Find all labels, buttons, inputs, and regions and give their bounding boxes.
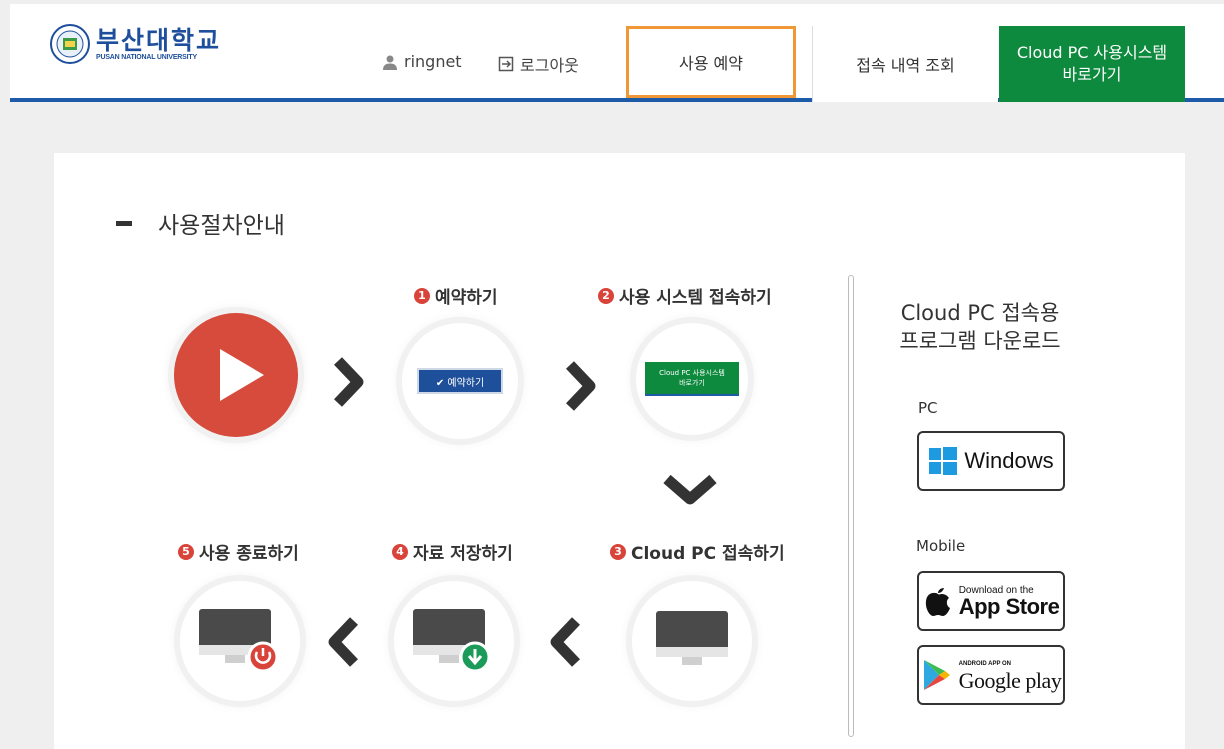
logout-icon	[498, 56, 514, 72]
step-2-text: 사용 시스템 접속하기	[619, 288, 772, 308]
user-info: ringnet	[382, 52, 462, 71]
monitor-power-icon	[199, 609, 279, 673]
play-video-button[interactable]	[174, 313, 298, 437]
monitor-icon	[656, 611, 728, 665]
nav-history-button[interactable]: 접속 내역 조회	[812, 26, 998, 102]
windows-label: Windows	[964, 448, 1054, 473]
step-1-label: 1 예약하기	[414, 283, 498, 308]
nav-reserve-button[interactable]: 사용 예약	[626, 26, 796, 98]
step-3-circle	[632, 581, 752, 701]
step-5-label: 5 사용 종료하기	[178, 539, 299, 564]
university-logo[interactable]: 부산대학교 PUSAN NATIONAL UNIVERSITY	[50, 24, 221, 64]
step-1-text: 예약하기	[435, 288, 498, 308]
nav-cloud-pc-button[interactable]: Cloud PC 사용시스템 바로가기	[999, 26, 1185, 102]
step-1-circle: ✔ 예약하기	[402, 323, 518, 439]
download-title: Cloud PC 접속용 프로그램 다운로드	[890, 299, 1070, 355]
step-2-label: 2 사용 시스템 접속하기	[598, 283, 772, 308]
logo-english-text: PUSAN NATIONAL UNIVERSITY	[96, 53, 197, 61]
mini-cloud-line2: 바로가기	[679, 379, 705, 387]
user-icon	[383, 55, 397, 70]
step-4-text: 자료 저장하기	[413, 544, 513, 564]
mobile-label: Mobile	[916, 537, 966, 555]
logout-label: 로그아웃	[520, 56, 579, 75]
play-icon	[220, 349, 264, 401]
download-title-line2: 프로그램 다운로드	[899, 329, 1061, 353]
mini-cloud-button: Cloud PC 사용시스템 바로가기	[645, 362, 739, 396]
nav-history-label: 접속 내역 조회	[856, 56, 955, 75]
chevron-left-icon	[550, 617, 580, 667]
step-5-text: 사용 종료하기	[199, 544, 299, 564]
guide-panel: 사용절차안내 1 예약하기 ✔ 예약하기 2 사용 시스템 접속하기 Cloud…	[54, 153, 1185, 749]
chevron-left-icon	[328, 617, 358, 667]
username-text: ringnet	[404, 52, 462, 71]
windows-icon	[929, 447, 958, 475]
chevron-down-icon	[663, 474, 717, 505]
nav-cloud-line2: 바로가기	[1062, 65, 1122, 84]
step-3-label: 3 Cloud PC 접속하기	[610, 539, 785, 564]
monitor-download-icon	[413, 609, 491, 673]
logo-korean-text: 부산대학교	[96, 25, 222, 55]
vertical-divider	[848, 275, 854, 737]
appstore-large-text: App Store	[958, 593, 1060, 619]
step-1-number: 1	[414, 287, 430, 304]
step-3-text: Cloud PC 접속하기	[631, 544, 785, 564]
step-2-number: 2	[598, 287, 614, 304]
logout-link[interactable]: 로그아웃	[498, 52, 579, 76]
google-play-icon	[923, 660, 950, 690]
chevron-right-icon	[334, 357, 364, 407]
step-4-number: 4	[392, 543, 408, 560]
section-title-text: 사용절차안내	[158, 213, 285, 239]
step-4-circle	[394, 581, 514, 701]
googleplay-large-text: Google play	[958, 667, 1062, 693]
nav-reserve-label: 사용 예약	[679, 54, 743, 73]
mini-cloud-line1: Cloud PC 사용시스템	[659, 369, 725, 377]
chevron-right-icon	[566, 361, 596, 411]
university-seal-icon	[50, 24, 90, 64]
mini-reserve-button: ✔ 예약하기	[417, 368, 503, 394]
step-4-label: 4 자료 저장하기	[392, 539, 513, 564]
top-header: 부산대학교 PUSAN NATIONAL UNIVERSITY ringnet …	[10, 4, 1224, 102]
appstore-download-button[interactable]: Download on the App Store	[917, 571, 1065, 631]
step-3-number: 3	[610, 543, 626, 560]
pc-label: PC	[918, 399, 938, 417]
download-title-line1: Cloud PC 접속용	[900, 301, 1060, 325]
step-2-circle: Cloud PC 사용시스템 바로가기	[636, 323, 748, 435]
windows-download-button[interactable]: Windows	[917, 431, 1065, 491]
step-5-circle	[180, 581, 300, 701]
apple-icon	[925, 588, 950, 616]
nav-cloud-line1: Cloud PC 사용시스템	[1016, 43, 1168, 62]
step-5-number: 5	[178, 543, 194, 560]
section-title: 사용절차안내	[116, 206, 285, 240]
title-dash-icon	[116, 220, 132, 226]
googleplay-download-button[interactable]: ANDROID APP ON Google play	[917, 645, 1065, 705]
